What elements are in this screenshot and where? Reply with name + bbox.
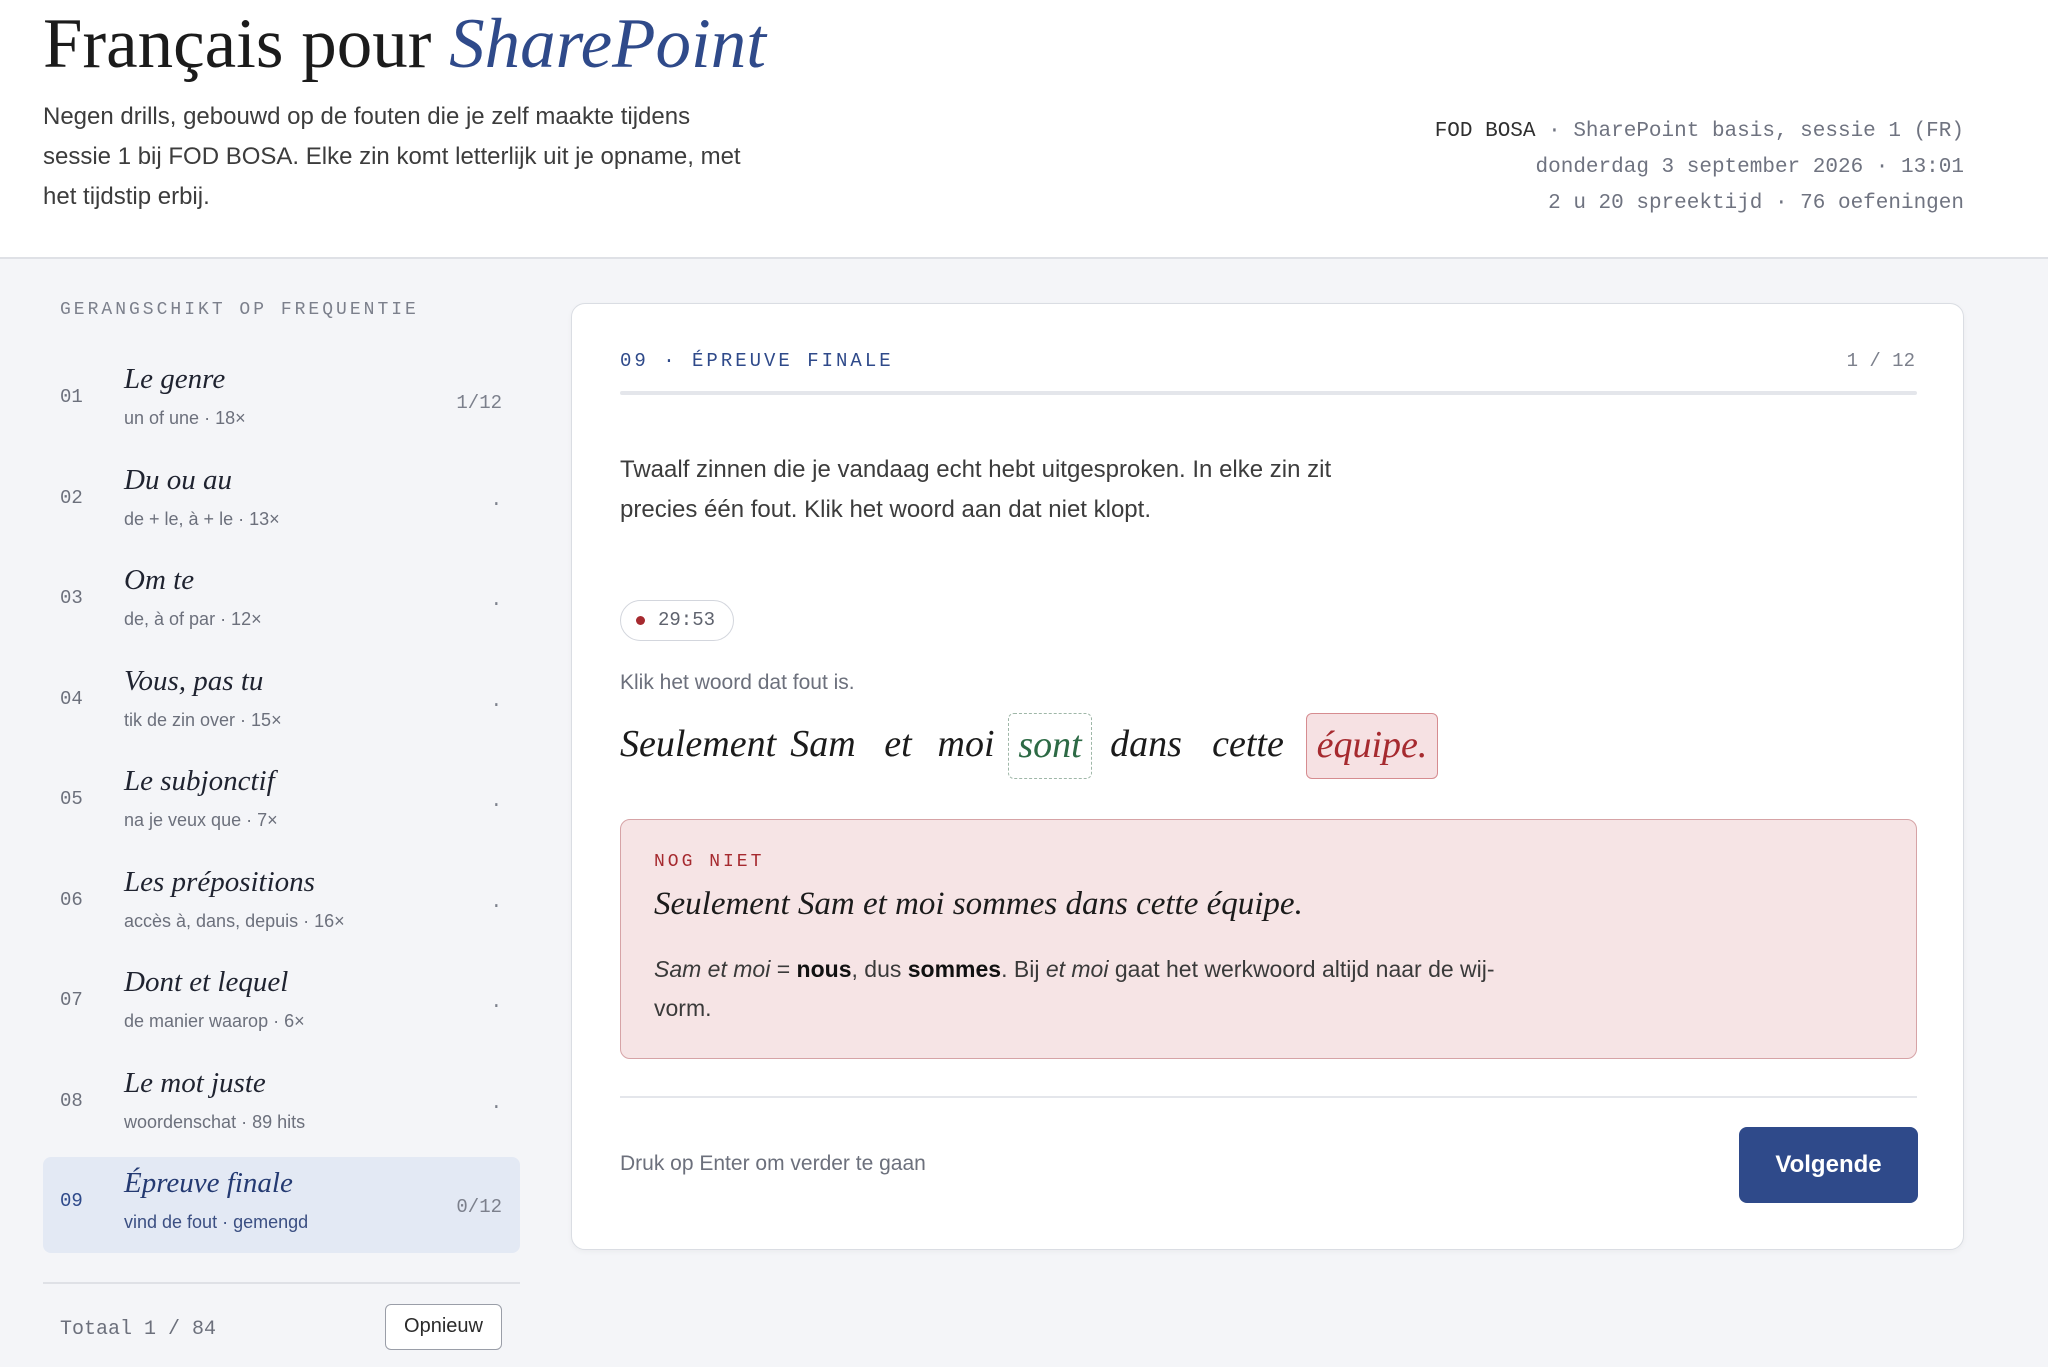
meta-org: FOD BOSA	[1434, 120, 1536, 143]
drill-item-vous-pas-tu[interactable]: 04 Vous, pas tu tik de zin over · 15× ·	[43, 655, 520, 751]
drill-progress: ·	[490, 995, 502, 1017]
expl-part: . Bij	[1001, 956, 1046, 982]
drill-item-epreuve-finale[interactable]: 09 Épreuve finale vind de fout · gemengd…	[43, 1157, 520, 1253]
drill-item-le-genre[interactable]: 01 Le genre un of une · 18× 1/12	[43, 353, 520, 449]
drill-number: 08	[60, 1090, 83, 1112]
meta-date: donderdag 3 september 2026 · 13:01	[1535, 156, 1964, 179]
feedback-correct-sentence: Seulement Sam et moi sommes dans cette é…	[654, 886, 1303, 922]
word-option-selected-wrong[interactable]: équipe.	[1306, 713, 1438, 779]
drill-name: Les prépositions	[124, 866, 315, 898]
drill-number: 07	[60, 989, 83, 1011]
drill-progress: ·	[490, 694, 502, 716]
word-option[interactable]: Seulement	[620, 713, 776, 779]
drill-subtitle: de, à of par · 12×	[124, 609, 262, 629]
expl-part: nous	[796, 956, 852, 982]
page-subtitle: Negen drills, gebouwd op de fouten die j…	[43, 103, 741, 210]
word-option[interactable]: moi	[934, 713, 998, 779]
total-progress: Totaal 1 / 84	[60, 1318, 217, 1341]
drill-name: Du ou au	[124, 464, 232, 496]
expl-part: et moi	[1045, 956, 1109, 982]
drill-subtitle: vind de fout · gemengd	[124, 1212, 309, 1232]
drill-name: Vous, pas tu	[124, 665, 264, 697]
drill-item-dont-et-lequel[interactable]: 07 Dont et lequel de manier waarop · 6× …	[43, 956, 520, 1052]
drill-number: 09	[60, 1190, 83, 1212]
page-header: Français pour SharePoint Negen drills, g…	[0, 0, 2048, 259]
exercise-intro: Twaalf zinnen die je vandaag echt hebt u…	[620, 456, 1332, 523]
drill-progress: 0/12	[456, 1196, 502, 1218]
drill-number: 02	[60, 487, 83, 509]
exercise-progress-bar	[620, 391, 1917, 395]
drill-number: 04	[60, 688, 83, 710]
word-option[interactable]: Sam	[784, 713, 862, 779]
drill-item-les-prepositions[interactable]: 06 Les prépositions accès à, dans, depui…	[43, 856, 520, 952]
keyboard-hint: Druk op Enter om verder te gaan	[620, 1152, 926, 1175]
exercise-card: 09 · ÉPREUVE FINALE 1 / 12 Twaalf zinnen…	[571, 303, 1964, 1250]
drill-item-le-mot-juste[interactable]: 08 Le mot juste woordenschat · 89 hits ·	[43, 1057, 520, 1153]
drill-subtitle: de manier waarop · 6×	[124, 1011, 305, 1031]
drill-progress: ·	[490, 895, 502, 917]
feedback-label: NOG NIET	[654, 852, 765, 872]
drill-number: 01	[60, 386, 83, 408]
drill-item-du-ou-au[interactable]: 02 Du ou au de + le, à + le · 13× ·	[43, 454, 520, 550]
word-option[interactable]: et	[876, 713, 920, 779]
drill-number: 06	[60, 889, 83, 911]
drill-number: 03	[60, 587, 83, 609]
sidebar-label: GERANGSCHIKT OP FREQUENTIE	[60, 300, 419, 320]
meta-line-session: FOD BOSA · SharePoint basis, sessie 1 (F…	[1435, 114, 1964, 150]
drill-name: Le subjonctif	[124, 765, 275, 797]
sidebar-divider	[43, 1282, 520, 1284]
timestamp-value: 29:53	[658, 609, 716, 631]
drill-name: Épreuve finale	[124, 1167, 293, 1199]
title-accent: SharePoint	[449, 5, 767, 83]
drill-progress: ·	[490, 493, 502, 515]
record-dot-icon	[636, 616, 645, 625]
drill-subtitle: un of une · 18×	[124, 408, 246, 428]
exercise-count: 1 / 12	[1846, 350, 1915, 372]
drill-name: Le mot juste	[124, 1067, 266, 1099]
feedback-panel: NOG NIET Seulement Sam et moi sommes dan…	[620, 819, 1917, 1059]
exercise-instruction: Klik het woord dat fout is.	[620, 671, 855, 694]
expl-part: Sam et moi	[654, 956, 771, 982]
word-option-correct[interactable]: sont	[1008, 713, 1092, 779]
feedback-explanation: Sam et moi = nous, dus sommes. Bij et mo…	[654, 950, 1534, 1028]
title-main: Français pour	[43, 5, 432, 83]
expl-part: , dus	[851, 956, 908, 982]
drill-subtitle: na je veux que · 7×	[124, 810, 278, 830]
drill-name: Le genre	[124, 363, 226, 395]
card-divider	[620, 1096, 1917, 1098]
drill-subtitle: woordenschat · 89 hits	[124, 1112, 306, 1132]
drill-name: Om te	[124, 564, 195, 596]
exercise-heading: 09 · ÉPREUVE FINALE	[620, 350, 894, 372]
drill-progress: ·	[490, 1096, 502, 1118]
meta-stats: 2 u 20 spreektijd · 76 oefeningen	[1548, 192, 1964, 215]
drill-progress: 1/12	[456, 392, 502, 414]
page-title: Français pour SharePoint	[43, 2, 766, 86]
expl-part: sommes	[907, 956, 1002, 982]
word-option[interactable]: cette	[1204, 713, 1292, 779]
next-button[interactable]: Volgende	[1739, 1127, 1918, 1203]
session-meta: FOD BOSA · SharePoint basis, sessie 1 (F…	[1435, 114, 1964, 222]
drill-item-om-te[interactable]: 03 Om te de, à of par · 12× ·	[43, 554, 520, 650]
word-option[interactable]: dans	[1102, 713, 1190, 779]
recording-timestamp: 29:53	[620, 600, 734, 641]
drill-progress: ·	[490, 593, 502, 615]
drill-number: 05	[60, 788, 83, 810]
drill-progress: ·	[490, 794, 502, 816]
drill-subtitle: tik de zin over · 15×	[124, 710, 282, 730]
drill-item-le-subjonctif[interactable]: 05 Le subjonctif na je veux que · 7× ·	[43, 755, 520, 851]
drill-subtitle: de + le, à + le · 13×	[124, 509, 280, 529]
expl-part: =	[770, 956, 797, 982]
drill-name: Dont et lequel	[124, 966, 289, 998]
drill-subtitle: accès à, dans, depuis · 16×	[124, 911, 345, 931]
meta-session: · SharePoint basis, sessie 1 (FR)	[1535, 120, 1964, 143]
reset-button[interactable]: Opnieuw	[385, 1304, 502, 1350]
